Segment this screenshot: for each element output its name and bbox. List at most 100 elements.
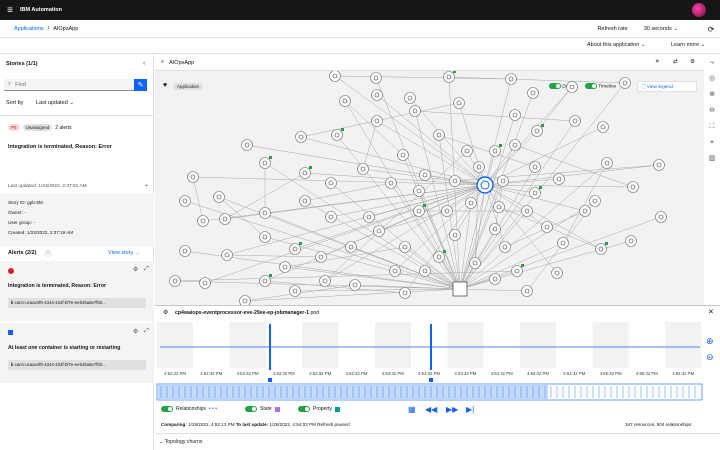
alert-resource-tag[interactable]: k cann-ucaav4f6-4344-434f-bf7e-eeb45a6e7… xyxy=(8,298,146,308)
topology-node[interactable] xyxy=(299,195,311,207)
topology-node[interactable] xyxy=(557,237,569,249)
topology-node[interactable] xyxy=(601,157,613,169)
topology-node[interactable] xyxy=(529,161,541,173)
relationships-toggle[interactable]: Relationships • • • xyxy=(161,406,217,412)
topology-node[interactable] xyxy=(179,245,191,257)
topology-graph[interactable] xyxy=(155,71,704,305)
topology-node[interactable] xyxy=(299,166,313,179)
topology-node[interactable] xyxy=(499,241,511,253)
topology-node[interactable] xyxy=(531,124,545,137)
alert-item[interactable]: ⚙ ⤢ Integration is terminated, Reason: E… xyxy=(0,261,154,321)
topology-node[interactable] xyxy=(349,279,361,291)
topology-node[interactable] xyxy=(469,257,481,269)
close-icon[interactable]: ✕ xyxy=(655,59,660,65)
topology-node[interactable] xyxy=(497,175,509,187)
topology-node[interactable] xyxy=(597,121,609,133)
timeline-handle[interactable] xyxy=(268,378,272,382)
timeline-handle[interactable] xyxy=(429,378,433,382)
topology-node[interactable] xyxy=(413,204,427,217)
topology-node[interactable] xyxy=(339,95,351,107)
topology-node[interactable] xyxy=(241,139,253,151)
topology-node[interactable] xyxy=(449,229,461,241)
topology-node[interactable] xyxy=(541,221,553,233)
learn-more-menu[interactable]: Learn more ⌄ xyxy=(671,42,705,48)
topology-node[interactable] xyxy=(404,92,416,104)
topology-node[interactable] xyxy=(371,89,383,101)
topology-node[interactable] xyxy=(213,191,225,203)
topology-node[interactable] xyxy=(505,73,517,85)
rewind-icon[interactable]: ◀◀ xyxy=(425,405,437,414)
application-node[interactable] xyxy=(452,281,468,297)
topology-node[interactable] xyxy=(553,173,565,185)
gear-icon[interactable]: ⚙ xyxy=(133,266,138,273)
topology-node[interactable] xyxy=(370,72,382,84)
topology-node[interactable] xyxy=(569,115,581,127)
topology-node[interactable] xyxy=(521,205,533,217)
topology-node[interactable] xyxy=(259,231,271,243)
topology-node[interactable] xyxy=(419,169,431,181)
topology-node[interactable] xyxy=(449,175,461,187)
story-card[interactable]: P5 Unassigned 2 alerts Integration is te… xyxy=(0,115,154,246)
topology-node[interactable] xyxy=(625,235,637,247)
skip-to-end-icon[interactable]: ▶| xyxy=(466,405,474,414)
topology-node[interactable] xyxy=(169,275,181,287)
close-icon[interactable]: ✕ xyxy=(708,308,714,316)
avatar[interactable] xyxy=(692,3,706,17)
topology-node[interactable] xyxy=(551,267,563,279)
topology-node[interactable] xyxy=(187,171,199,183)
sort-select[interactable]: Last updated ⌄ xyxy=(36,100,74,106)
topology-node[interactable] xyxy=(399,241,411,253)
topology-node[interactable] xyxy=(653,159,665,171)
topology-node[interactable] xyxy=(453,97,465,109)
topology-node[interactable] xyxy=(655,211,667,223)
topology-node[interactable] xyxy=(329,71,341,82)
topology-node[interactable] xyxy=(579,205,591,217)
selected-node[interactable] xyxy=(476,176,494,194)
topology-node[interactable] xyxy=(325,211,337,223)
alert-resource-tag[interactable]: k cann-ucaav4f6-4344-434f-bf7e-eeb45a6e7… xyxy=(8,360,146,370)
topology-node[interactable] xyxy=(373,225,385,237)
state-toggle[interactable]: State xyxy=(245,406,280,412)
topology-node[interactable] xyxy=(385,177,397,189)
topology-search-input[interactable]: ⌕ AIOpsApp ✕ ⇄ ⚙ xyxy=(155,55,704,71)
expand-icon[interactable]: ⤢ xyxy=(144,266,149,273)
topology-node[interactable] xyxy=(529,186,543,199)
topology-node[interactable] xyxy=(357,163,369,175)
about-application-menu[interactable]: About this application ⌄ xyxy=(587,42,645,48)
refresh-rate-select[interactable]: 30 seconds ⌄ xyxy=(644,26,678,32)
breadcrumb-applications-link[interactable]: Applications xyxy=(14,26,44,32)
alert-item[interactable]: ⚙ ⤢ At least one container is starting o… xyxy=(0,323,154,383)
topology-node[interactable] xyxy=(219,213,231,225)
topology-node[interactable] xyxy=(489,273,501,285)
view-story-link[interactable]: View story → xyxy=(108,250,140,256)
topology-node[interactable] xyxy=(239,295,251,306)
topology-node[interactable] xyxy=(509,109,521,121)
topology-node[interactable] xyxy=(259,274,273,287)
topology-node[interactable] xyxy=(595,242,609,255)
filter-button[interactable]: ✎ xyxy=(134,79,147,91)
topology-node[interactable] xyxy=(433,129,445,141)
topology-node[interactable] xyxy=(371,115,383,127)
topology-node[interactable] xyxy=(413,185,425,197)
topology-node[interactable] xyxy=(345,241,357,253)
zoom-out-icon[interactable]: ⊖ xyxy=(709,103,715,119)
topology-node[interactable] xyxy=(443,71,457,83)
info-icon[interactable]: ⓘ xyxy=(45,249,51,258)
topology-canvas[interactable]: ⌕ AIOpsApp ✕ ⇄ ⚙ ♥ Application Delta Tim… xyxy=(155,55,704,305)
collapse-panel-icon[interactable]: ‹ xyxy=(143,60,145,67)
property-toggle[interactable]: Property xyxy=(298,406,340,412)
zoom-in-icon[interactable]: ⊕ xyxy=(709,87,715,103)
stories-search-input[interactable]: ⌕ Find xyxy=(4,79,134,91)
location-icon[interactable]: ⌖ xyxy=(710,135,714,151)
expand-icon[interactable]: ⤢ xyxy=(144,328,149,335)
topology-node[interactable] xyxy=(319,275,331,287)
topology-node[interactable] xyxy=(461,145,473,157)
topology-node[interactable] xyxy=(197,215,209,227)
topology-node[interactable] xyxy=(315,251,327,263)
topology-node[interactable] xyxy=(627,181,639,193)
hamburger-menu-icon[interactable]: ≡ xyxy=(0,0,20,20)
topology-node[interactable] xyxy=(493,201,505,213)
fit-icon[interactable]: ⛶ xyxy=(710,119,715,135)
topology-node[interactable] xyxy=(619,77,631,89)
swap-icon[interactable]: ⇄ xyxy=(673,59,678,65)
